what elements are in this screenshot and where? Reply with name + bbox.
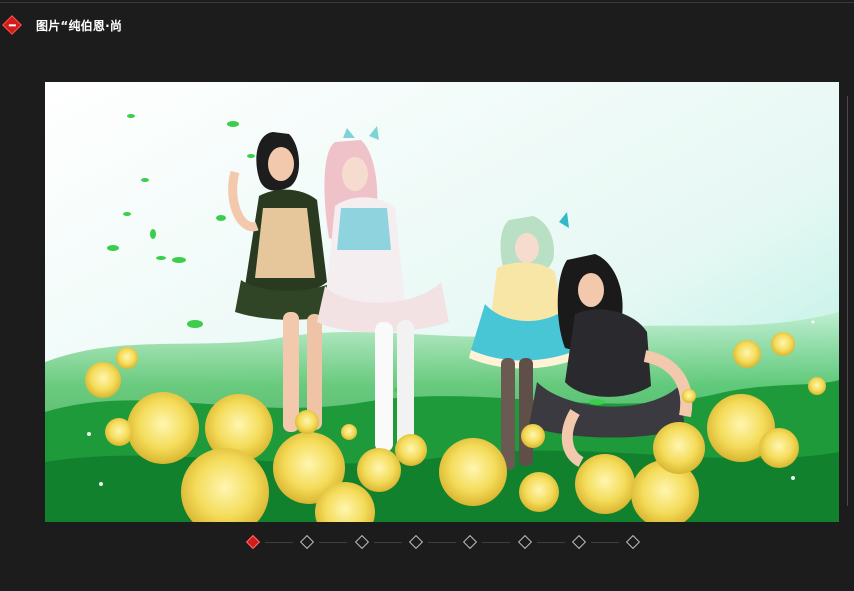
page-indicator-6[interactable] <box>517 534 532 550</box>
page-indicator-2[interactable] <box>300 534 315 550</box>
image-viewer-window: 图片“纯伯恩·尚 <box>0 0 854 591</box>
image-pager <box>244 534 644 552</box>
scrollbar[interactable] <box>847 96 848 506</box>
pager-connector <box>590 542 619 543</box>
gallery-image <box>45 82 839 522</box>
page-indicator-3[interactable] <box>354 534 369 550</box>
pager-connector <box>373 542 402 543</box>
header: 图片“纯伯恩·尚 <box>0 12 122 38</box>
page-indicator-4[interactable] <box>408 534 423 550</box>
pager-connector <box>482 542 511 543</box>
pager-connector <box>319 542 348 543</box>
page-indicator-7[interactable] <box>571 534 586 550</box>
image-display[interactable] <box>45 82 839 522</box>
pager-connector <box>265 542 293 543</box>
pager-connector <box>536 542 565 543</box>
pager-connector <box>427 542 456 543</box>
page-indicator-8[interactable] <box>626 534 641 550</box>
page-title: 图片“纯伯恩·尚 <box>36 18 123 33</box>
minus-diamond-icon[interactable] <box>2 15 22 35</box>
page-indicator-5[interactable] <box>463 534 478 550</box>
page-indicator-1[interactable] <box>245 534 261 550</box>
top-divider <box>0 2 854 3</box>
